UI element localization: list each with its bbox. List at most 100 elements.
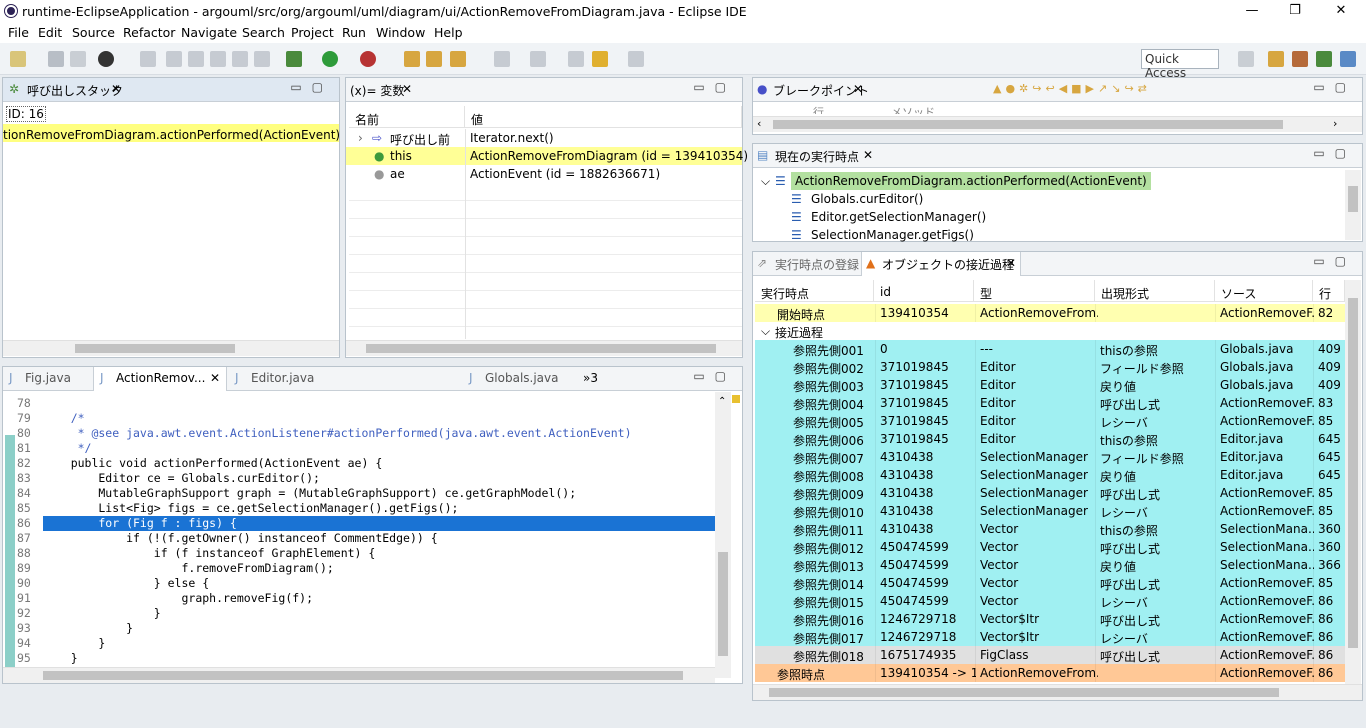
close-tab-icon[interactable]: ✕ (1006, 256, 1016, 270)
code-line[interactable]: for (Fig f : figs) { (43, 516, 715, 531)
var-row[interactable]: ● this ActionRemoveFromDiagram (id = 139… (346, 147, 748, 165)
code-line[interactable]: } (43, 606, 715, 621)
back-icon[interactable] (592, 51, 608, 67)
close-tab-icon[interactable]: ✕ (111, 82, 121, 96)
code-line[interactable]: /* (43, 411, 715, 426)
menu-refactor[interactable]: Refactor (123, 25, 175, 40)
code-line[interactable] (43, 396, 715, 411)
close-tab-icon[interactable]: ✕ (402, 82, 412, 96)
trace-end-row[interactable]: 参照時点 139410354 -> 1... ActionRemoveFrom...… (755, 664, 1345, 682)
tab-fig-java[interactable]: Fig.java (25, 371, 71, 385)
other-perspective-icon[interactable] (1340, 51, 1356, 67)
var-row[interactable]: ● ae ActionEvent (id = 1882636671) (346, 165, 742, 183)
menu-navigate[interactable]: Navigate (181, 25, 237, 40)
hscrollbar[interactable]: ‹ › (753, 116, 1362, 132)
java-perspective-icon[interactable] (1268, 51, 1284, 67)
trace-row[interactable]: 参照先側015 450474599 Vector レシーバ ActionRemoveF.… (755, 592, 1345, 610)
trace-row[interactable]: 参照先側002 371019845 Editor フィールド参照 Globals.jav… (755, 358, 1345, 376)
panel-min-max[interactable]: ▭▢ (290, 80, 333, 94)
panel-min-max[interactable]: ▭▢ (1313, 146, 1356, 160)
trace-row[interactable]: 参照先側004 371019845 Editor 呼び出し式 ActionRemoveF… (755, 394, 1345, 412)
trace-group-row[interactable]: ⌵ 接近過程 (755, 322, 1345, 340)
vscrollbar[interactable]: ⌃ (715, 392, 731, 678)
menu-help[interactable]: Help (434, 25, 463, 40)
code-line[interactable]: */ (43, 441, 715, 456)
trace-row[interactable]: 参照先側003 371019845 Editor 戻り値 Globals.java 409 (755, 376, 1345, 394)
save-icon[interactable] (48, 51, 64, 67)
restore-button[interactable]: ❐ (1272, 0, 1318, 23)
close-tab-icon[interactable]: ✕ (863, 148, 873, 162)
tab-register[interactable]: 実行時点の登録 (775, 256, 859, 273)
tab-active-file[interactable]: J ActionRemov... ✕ (93, 367, 227, 391)
trace-row[interactable]: 参照先側001 0 --- thisの参照 Globals.java 409 (755, 340, 1345, 358)
trace-row[interactable]: 参照先側006 371019845 Editor thisの参照 Editor.java… (755, 430, 1345, 448)
quick-access-input[interactable]: Quick Access (1141, 49, 1219, 80)
forward-icon[interactable] (628, 51, 644, 67)
profile-icon[interactable] (98, 51, 114, 67)
close-tab-icon[interactable]: ✕ (210, 371, 220, 385)
drop-frame-icon[interactable] (166, 51, 182, 67)
code-line[interactable]: Editor ce = Globals.curEditor(); (43, 471, 715, 486)
hscrollbar[interactable] (346, 340, 742, 356)
trace-row[interactable]: 参照先側012 450474599 Vector 呼び出し式 SelectionMana… (755, 538, 1345, 556)
code-line[interactable]: * @see java.awt.event.ActionListener#act… (43, 426, 715, 441)
col-name[interactable]: 名前 (349, 106, 465, 128)
use-step-icon[interactable] (210, 51, 226, 67)
code-line[interactable]: graph.removeFig(f); (43, 591, 715, 606)
step-filter-icon[interactable] (188, 51, 204, 67)
callstack-tab[interactable]: ✲ 呼び出しスタック ✕ ▭▢ (3, 78, 339, 102)
code-line[interactable]: } (43, 636, 715, 651)
panel-min-max[interactable]: ▭▢ (693, 369, 736, 383)
current-root[interactable]: ⌵ ☰ ActionRemoveFromDiagram.actionPerfor… (753, 172, 1362, 190)
code-area[interactable]: 78 79 /* 80 * @see java.awt.event.ActionLi… (3, 392, 715, 672)
terminate-icon[interactable] (232, 51, 248, 67)
col-value[interactable]: 値 (465, 106, 742, 128)
run-icon[interactable] (322, 51, 338, 67)
panel-min-max[interactable]: ▭▢ (1313, 254, 1356, 268)
close-tab-icon[interactable]: ✕ (853, 82, 863, 96)
open-perspective-icon[interactable] (1238, 51, 1254, 67)
trace-row[interactable]: 参照先側018 1675174935 FigClass 呼び出し式 ActionRemo… (755, 646, 1345, 664)
menu-search[interactable]: Search (242, 25, 285, 40)
col-id[interactable]: id (874, 280, 974, 302)
breakpoint-toolbar-icons[interactable]: ▲●✲↪↩◀■▶↗↘↪⇄ (993, 82, 1151, 95)
code-line[interactable]: List<Fig> figs = ce.getSelectionManager(… (43, 501, 715, 516)
menu-file[interactable]: File (8, 25, 29, 40)
vscrollbar[interactable] (1345, 280, 1361, 684)
open-type-icon[interactable] (404, 51, 420, 67)
hscrollbar[interactable] (3, 667, 715, 683)
stack-frame[interactable]: tionRemoveFromDiagram.actionPerformed(Ac… (3, 124, 339, 142)
prev-annotation-icon[interactable] (530, 51, 546, 67)
tab-overflow[interactable]: »3 (583, 371, 598, 385)
panel-min-max[interactable]: ▭▢ (1313, 80, 1356, 94)
overview-marker[interactable] (732, 395, 740, 403)
code-line[interactable]: MutableGraphSupport graph = (MutableGrap… (43, 486, 715, 501)
trace-row[interactable]: 参照先側010 4310438 SelectionManager レシーバ Action… (755, 502, 1345, 520)
trace-row[interactable]: 参照先側005 371019845 Editor レシーバ ActionRemoveF.… (755, 412, 1345, 430)
trace-row[interactable]: 参照先側008 4310438 SelectionManager 戻り値 Editor.… (755, 466, 1345, 484)
trace-row[interactable]: 参照先側011 4310438 Vector thisの参照 SelectionMana… (755, 520, 1345, 538)
col-exec-point[interactable]: 実行時点 (755, 280, 874, 302)
code-line[interactable]: if (!(f.getOwner() instanceof CommentEdg… (43, 531, 715, 546)
new-icon[interactable] (10, 51, 26, 67)
close-button[interactable]: ✕ (1318, 0, 1364, 23)
col-type[interactable]: 型 (974, 280, 1095, 302)
last-edit-icon[interactable] (568, 51, 584, 67)
debug-perspective-icon[interactable] (1316, 51, 1332, 67)
hscrollbar[interactable] (3, 340, 339, 356)
code-line[interactable]: if (f instanceof GraphElement) { (43, 546, 715, 561)
expand-icon[interactable]: ⌵ (761, 324, 770, 339)
tab-object-trace[interactable]: ▲ オブジェクトの接近過程 ✕ (861, 252, 1021, 276)
save-all-icon[interactable] (70, 51, 86, 67)
pilcrow-icon[interactable] (254, 51, 270, 67)
col-form[interactable]: 出現形式 (1095, 280, 1215, 302)
menu-source[interactable]: Source (72, 25, 115, 40)
var-row[interactable]: › ⇨ 呼び出し前 Iterator.next() (346, 129, 742, 147)
menu-run[interactable]: Run (342, 25, 366, 40)
tab-globals-java[interactable]: Globals.java (485, 371, 559, 385)
menu-window[interactable]: Window (376, 25, 425, 40)
skip-breakpoints-icon[interactable] (140, 51, 156, 67)
trace-row[interactable]: 参照先側016 1246729718 Vector$Itr 呼び出し式 ActionRe… (755, 610, 1345, 628)
minimize-button[interactable]: — (1229, 0, 1275, 23)
trace-row[interactable]: 参照先側014 450474599 Vector 呼び出し式 ActionRemoveF… (755, 574, 1345, 592)
